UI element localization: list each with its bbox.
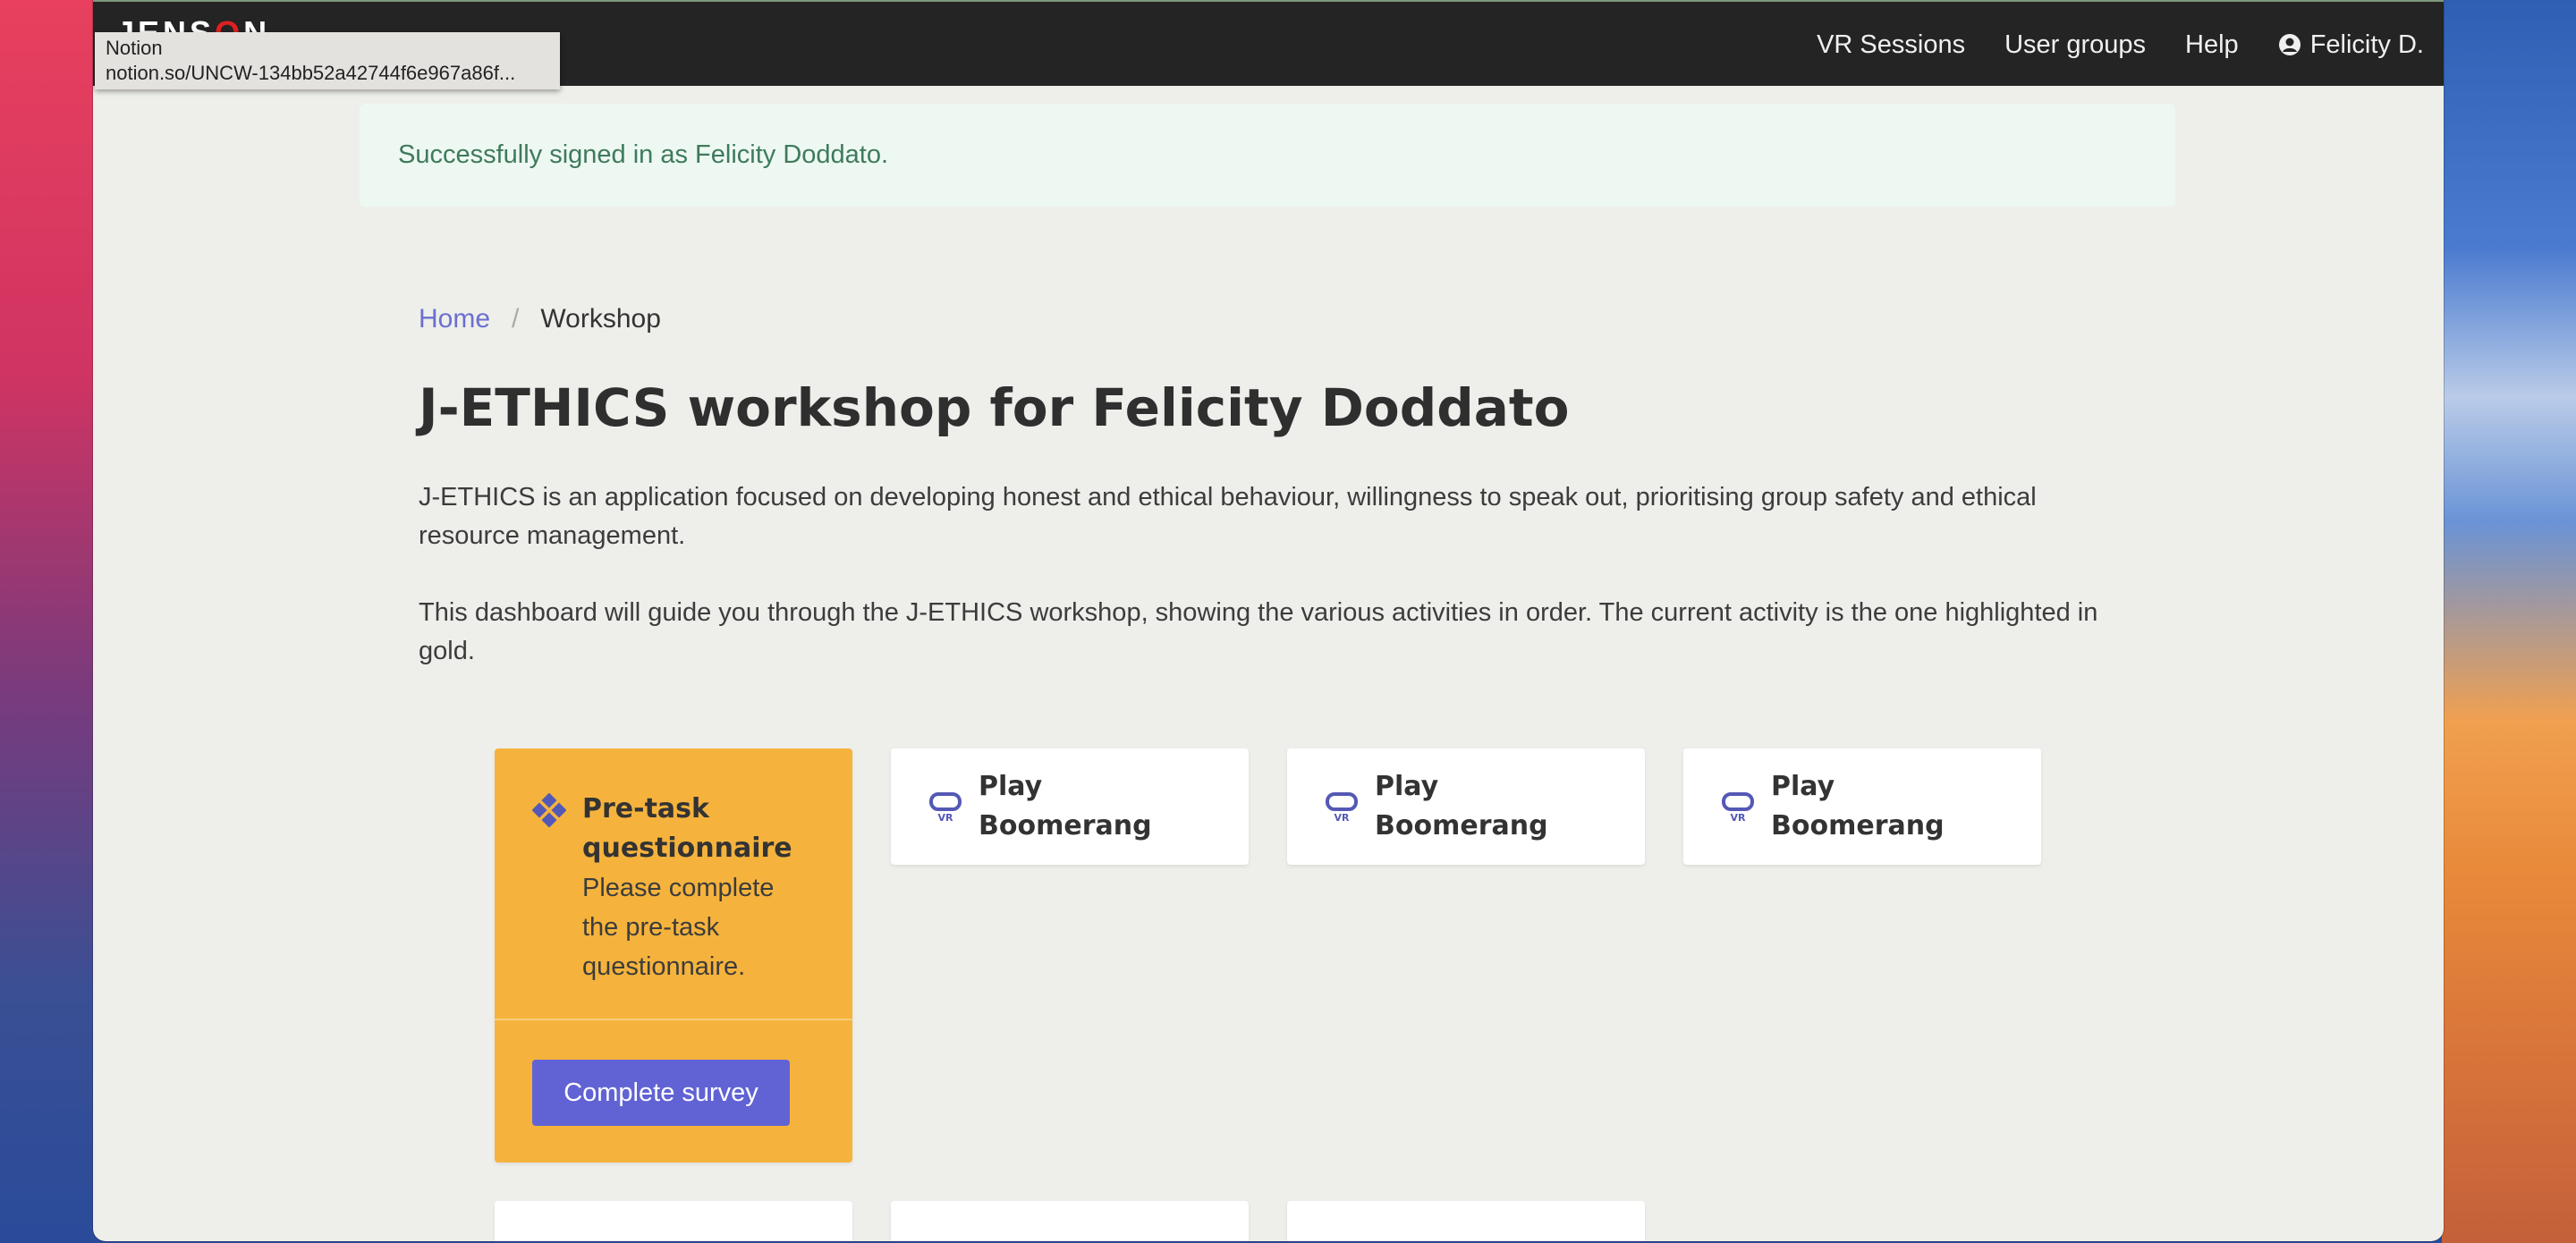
vr-headset-icon: VR xyxy=(1326,792,1358,824)
nav-links: VR Sessions User groups Help Felicity D. xyxy=(1777,2,2424,88)
breadcrumb-current: Workshop xyxy=(540,304,661,334)
nav-vr-sessions[interactable]: VR Sessions xyxy=(1817,30,1965,60)
nav-help[interactable]: Help xyxy=(2185,30,2239,60)
activity-text: Please complete the pre-task questionnai… xyxy=(582,874,775,981)
svg-text:VR: VR xyxy=(938,812,954,824)
complete-survey-button[interactable]: Complete survey xyxy=(532,1060,790,1126)
activity-card-play-boomerang-1[interactable]: VR Play Boomerang xyxy=(891,748,1249,865)
activity-card-next-row-2[interactable] xyxy=(891,1201,1249,1241)
svg-text:VR: VR xyxy=(1335,812,1351,824)
page-title: J-ETHICS workshop for Felicity Doddato xyxy=(419,377,1570,438)
vr-headset-icon: VR xyxy=(929,792,962,824)
breadcrumb-home[interactable]: Home xyxy=(419,304,490,334)
svg-text:VR: VR xyxy=(1731,812,1747,824)
user-name: Felicity D. xyxy=(2309,30,2424,59)
nav-user-groups[interactable]: User groups xyxy=(2004,30,2146,60)
breadcrumb-separator: / xyxy=(512,304,520,334)
activity-card-next-row-1[interactable] xyxy=(495,1201,852,1241)
alert-text: Successfully signed in as Felicity Dodda… xyxy=(398,140,889,169)
card-divider xyxy=(495,1019,852,1020)
activity-card-play-boomerang-3[interactable]: VR Play Boomerang xyxy=(1683,748,2041,865)
success-alert: Successfully signed in as Felicity Dodda… xyxy=(360,104,2175,207)
activity-title: Play Boomerang xyxy=(979,771,1152,841)
activity-card-header: Pre-task questionnaire Please complete t… xyxy=(495,748,852,986)
activity-card-body: Pre-task questionnaire Please complete t… xyxy=(582,790,815,986)
activity-card-play-boomerang-2[interactable]: VR Play Boomerang xyxy=(1287,748,1645,865)
vr-headset-icon: VR xyxy=(1722,792,1754,824)
breadcrumb: Home / Workshop xyxy=(419,304,661,334)
activity-title: Pre-task questionnaire xyxy=(582,793,792,864)
activity-title: Play Boomerang xyxy=(1771,771,1945,841)
tooltip-url: notion.so/UNCW-134bb52a42744f6e967a86f..… xyxy=(106,62,516,84)
page-instructions: This dashboard will guide you through th… xyxy=(419,598,2098,665)
link-tooltip: Notion notion.so/UNCW-134bb52a42744f6e96… xyxy=(95,32,560,89)
browser-window: JENSON VR Sessions User groups Help Feli… xyxy=(93,0,2444,1241)
activity-card-current: Pre-task questionnaire Please complete t… xyxy=(495,748,852,1163)
desktop-wallpaper xyxy=(2442,0,2576,1243)
activity-card-next-row-3[interactable] xyxy=(1287,1201,1645,1241)
page-description: J-ETHICS is an application focused on de… xyxy=(419,483,2037,550)
tooltip-title: Notion xyxy=(106,37,163,59)
activity-title: Play Boomerang xyxy=(1375,771,1548,841)
nav-user-menu[interactable]: Felicity D. xyxy=(2278,30,2424,60)
user-circle-icon xyxy=(2278,34,2301,55)
diamond-cluster-icon xyxy=(532,793,566,827)
